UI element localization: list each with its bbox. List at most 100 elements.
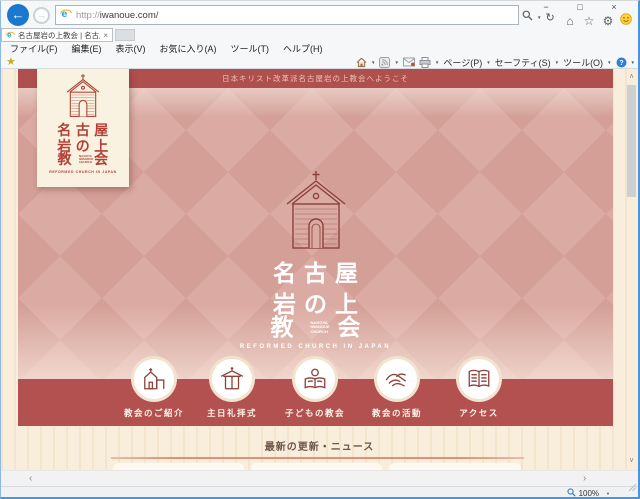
- tools-caret-icon[interactable]: ▼: [607, 60, 611, 65]
- menu-help[interactable]: ヘルプ(H): [276, 42, 330, 55]
- feed-icon[interactable]: [379, 57, 390, 68]
- news-heading: 最新の更新・ニュース: [1, 438, 638, 453]
- scroll-down-icon[interactable]: ∨: [625, 455, 638, 467]
- card-logo-line3-left: 教: [58, 153, 77, 167]
- church-intro-icon[interactable]: [134, 359, 174, 399]
- command-safety[interactable]: セーフティ(S): [495, 56, 551, 69]
- command-home-icon[interactable]: [356, 57, 367, 68]
- news-card[interactable]: [251, 463, 382, 470]
- card-logo-line3: 教 NAGOYA IWANOUE CHURCH 会: [37, 153, 129, 167]
- status-bar: 100% ▼: [1, 486, 638, 497]
- forward-icon: →: [37, 10, 46, 20]
- nav-sunday-worship[interactable]: 主日礼拝式: [187, 359, 277, 419]
- logo-line1: 名古屋: [18, 262, 613, 285]
- zoom-magnifier-icon: [567, 488, 576, 499]
- url-scheme: http://: [76, 10, 100, 21]
- url-domain: iwanoue.com/: [100, 10, 159, 21]
- tab-bar: e 名古屋岩の上教会 | 名古屋... ×: [1, 28, 638, 42]
- command-home-caret-icon[interactable]: ▼: [371, 60, 375, 65]
- nav-label[interactable]: 教会のご紹介: [109, 407, 199, 419]
- tab-iwanoue[interactable]: e 名古屋岩の上教会 | 名古屋... ×: [1, 28, 113, 42]
- back-icon: ←: [12, 7, 25, 22]
- page-viewport: 日本キリスト改革派名古屋岩の上教会へようこそ: [1, 69, 638, 470]
- help-icon[interactable]: ?: [616, 57, 627, 68]
- nav-label[interactable]: 主日礼拝式: [187, 407, 277, 419]
- church-activities-icon[interactable]: [377, 359, 417, 399]
- logo-caption: REFORMED CHURCH IN JAPAN: [18, 344, 613, 350]
- home-icon[interactable]: ⌂: [563, 14, 577, 28]
- zoom-caret-icon[interactable]: ▼: [606, 491, 610, 496]
- logo-line2: 岩の上: [18, 293, 613, 316]
- command-bar: ▼ ▼ ▼ ページ(P) ▼ セーフティ(S) ▼ ツール(O) ▼ ? ▼: [356, 55, 635, 69]
- sunday-worship-icon[interactable]: [212, 359, 252, 399]
- gear-icon[interactable]: ⚙: [601, 14, 615, 28]
- browser-window: ← → e http://iwanoue.com/ ▼ ↻ ⌂ ☆ ⚙ − □: [0, 0, 640, 499]
- help-caret-icon[interactable]: ▼: [631, 60, 635, 65]
- svg-text:e: e: [7, 30, 12, 39]
- horizontal-scrollbar[interactable]: ‹ ›: [1, 470, 638, 486]
- browser-chrome: ← → e http://iwanoue.com/ ▼ ↻ ⌂ ☆ ⚙ − □: [1, 1, 638, 69]
- scroll-right-icon[interactable]: ›: [583, 471, 586, 486]
- back-button[interactable]: ←: [7, 4, 29, 26]
- nav-children-church[interactable]: 子どもの教会: [270, 359, 360, 419]
- maximize-button[interactable]: □: [563, 1, 597, 15]
- new-tab-button[interactable]: [115, 29, 135, 41]
- church-illustration-icon: [283, 236, 349, 253]
- svg-text:?: ?: [619, 60, 623, 67]
- favorites-star-icon[interactable]: ☆: [582, 14, 596, 28]
- logo-line3-right: 会: [338, 316, 369, 339]
- tab-close-icon[interactable]: ×: [103, 31, 108, 40]
- menu-bar: ファイル(F) 編集(E) 表示(V) お気に入り(A) ツール(T) ヘルプ(…: [3, 42, 330, 55]
- nav-access[interactable]: アクセス: [434, 359, 524, 419]
- news-divider: [111, 457, 524, 459]
- hero-logo: 名古屋 岩の上 教 NAGOYA IWANOUE CHURCH 会 REFORM…: [18, 171, 613, 350]
- print-icon[interactable]: [419, 57, 431, 68]
- favorites-bar-star-icon[interactable]: ★: [6, 55, 16, 68]
- window-controls: − □ ×: [529, 1, 631, 15]
- nav-church-activities[interactable]: 教会の活動: [352, 359, 442, 419]
- children-church-icon[interactable]: [295, 359, 335, 399]
- close-button[interactable]: ×: [597, 1, 631, 15]
- nav-label[interactable]: 教会の活動: [352, 407, 442, 419]
- nav-label[interactable]: 子どもの教会: [270, 407, 360, 419]
- read-mail-icon[interactable]: [403, 57, 415, 67]
- search-dropdown-icon[interactable]: ▼: [537, 15, 541, 20]
- card-logo-line3-right: 会: [94, 153, 113, 167]
- access-map-icon[interactable]: [459, 359, 499, 399]
- address-bar[interactable]: e http://iwanoue.com/: [55, 5, 519, 25]
- command-page[interactable]: ページ(P): [443, 56, 482, 69]
- nav-label[interactable]: アクセス: [434, 407, 524, 419]
- print-caret-icon[interactable]: ▼: [435, 60, 439, 65]
- vertical-scrollbar-thumb[interactable]: [627, 85, 636, 197]
- minimize-button[interactable]: −: [529, 1, 563, 15]
- logo-line3: 教 NAGOYA IWANOUE CHURCH 会: [18, 316, 613, 339]
- zoom-level: 100%: [579, 489, 599, 498]
- menu-tools[interactable]: ツール(T): [224, 42, 277, 55]
- page-caret-icon[interactable]: ▼: [486, 60, 490, 65]
- forward-button[interactable]: →: [33, 7, 50, 24]
- command-tools[interactable]: ツール(O): [563, 56, 603, 69]
- safety-caret-icon[interactable]: ▼: [555, 60, 559, 65]
- scroll-up-icon[interactable]: ∧: [625, 71, 638, 83]
- card-logo-caption: REFORMED CHURCH IN JAPAN: [37, 170, 129, 174]
- card-logo-line2: 岩の上: [37, 140, 129, 154]
- zoom-control[interactable]: 100% ▼: [567, 488, 610, 499]
- card-logo-line1: 名古屋: [37, 124, 129, 138]
- logo-line3-left: 教: [271, 316, 302, 339]
- card-logo-mini: NAGOYA IWANOUE CHURCH: [77, 155, 93, 165]
- menu-view[interactable]: 表示(V): [109, 42, 153, 55]
- resize-grip[interactable]: [628, 479, 637, 497]
- news-card[interactable]: [389, 463, 521, 470]
- news-card[interactable]: [113, 463, 244, 470]
- feed-caret-icon[interactable]: ▼: [394, 60, 398, 65]
- menu-file[interactable]: ファイル(F): [3, 42, 65, 55]
- ie-favicon: e: [60, 6, 72, 24]
- nav-church-intro[interactable]: 教会のご紹介: [109, 359, 199, 419]
- card-church-icon: [65, 104, 101, 121]
- menu-edit[interactable]: 編集(E): [65, 42, 109, 55]
- site-logo-card[interactable]: 名古屋 岩の上 教 NAGOYA IWANOUE CHURCH 会 REFORM…: [37, 69, 129, 187]
- tab-title: 名古屋岩の上教会 | 名古屋...: [18, 30, 100, 41]
- menu-favorites[interactable]: お気に入り(A): [153, 42, 224, 55]
- logo-mini-text: NAGOYA IWANOUE CHURCH: [305, 321, 335, 335]
- scroll-left-icon[interactable]: ‹: [29, 471, 32, 486]
